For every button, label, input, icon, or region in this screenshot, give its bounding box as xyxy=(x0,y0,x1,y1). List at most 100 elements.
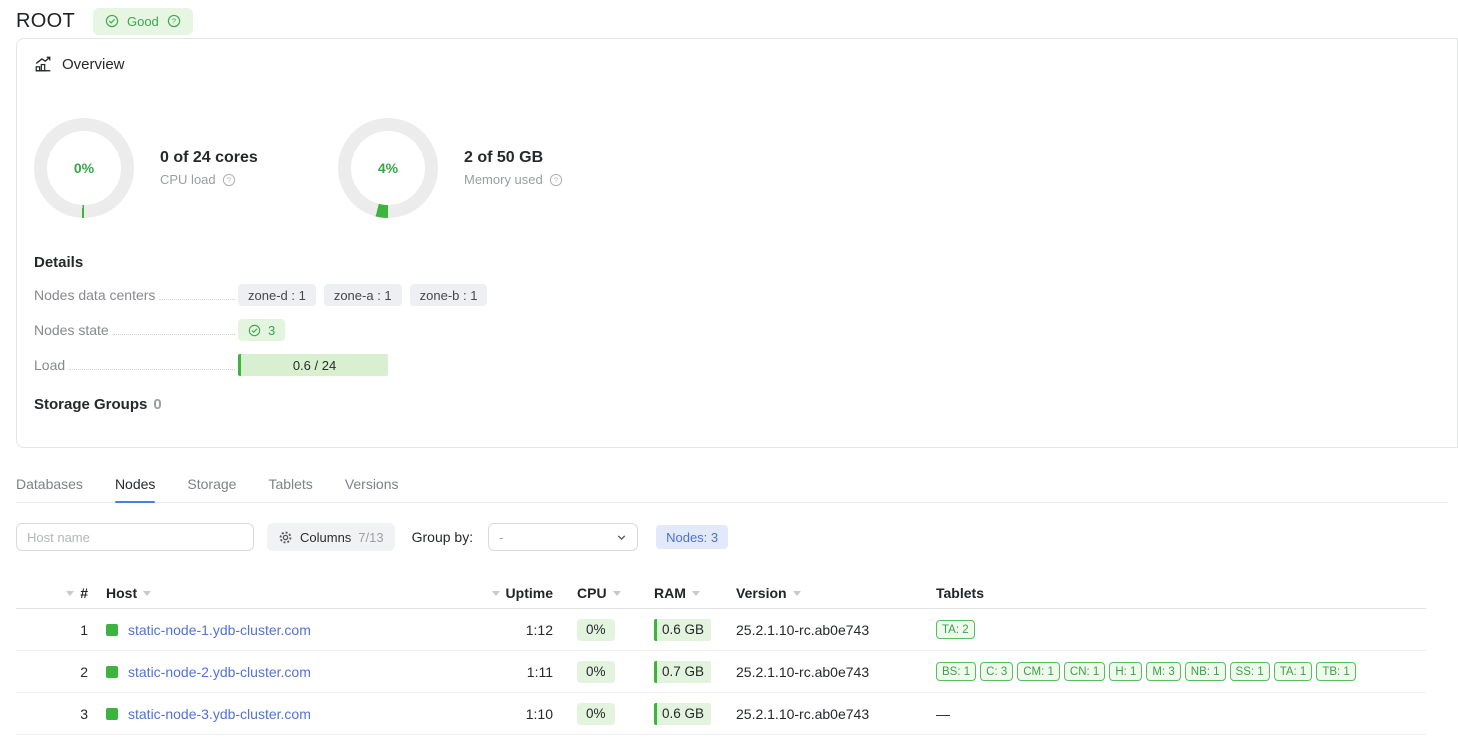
column-header-uptime[interactable]: Uptime xyxy=(486,578,553,608)
cell-host: static-node-3.ydb-cluster.com xyxy=(88,693,486,734)
svg-text:?: ? xyxy=(227,175,231,184)
nodes-count-badge[interactable]: Nodes: 3 xyxy=(656,525,728,549)
column-label: Uptime xyxy=(506,585,553,601)
column-label: # xyxy=(80,585,88,601)
column-header-num[interactable]: # xyxy=(16,578,88,608)
host-name-input[interactable] xyxy=(16,523,254,551)
tablet-badge[interactable]: BS: 1 xyxy=(936,662,976,681)
cell-tablets: — xyxy=(916,693,1426,734)
tablet-badge[interactable]: H: 1 xyxy=(1109,662,1142,681)
entity-tabs: Databases Nodes Storage Tablets Versions xyxy=(16,476,1448,503)
load-progress-bar: 0.6 / 24 xyxy=(238,354,388,376)
chevron-down-icon xyxy=(615,531,628,544)
memory-gauge: 4% 2 of 50 GB Memory used ? xyxy=(338,118,642,218)
columns-count: 7/13 xyxy=(358,530,383,545)
cell-version: 25.2.1.10-rc.ab0e743 xyxy=(714,693,916,734)
tablet-badge[interactable]: M: 3 xyxy=(1146,662,1180,681)
cpu-cores-value: 0 of 24 cores xyxy=(160,149,258,167)
ram-usage-pill: 0.7 GB xyxy=(654,661,711,683)
cell-node-number: 3 xyxy=(16,693,88,734)
cpu-donut: 0% xyxy=(34,118,134,218)
zone-badge: zone-b : 1 xyxy=(410,284,488,306)
circle-check-icon xyxy=(248,324,261,337)
tab-tablets[interactable]: Tablets xyxy=(268,476,312,502)
svg-text:?: ? xyxy=(554,175,558,184)
ram-usage-pill: 0.6 GB xyxy=(654,703,711,725)
gauges-row: 0% 0 of 24 cores CPU load ? 4% xyxy=(34,118,1440,218)
tab-versions[interactable]: Versions xyxy=(345,476,399,502)
cell-uptime: 1:12 xyxy=(486,609,553,650)
table-row: 2static-node-2.ydb-cluster.com1:110%0.7 … xyxy=(16,651,1426,693)
detail-row-nodes-state: Nodes state 3 xyxy=(34,319,1440,341)
nodes-table: # Host UptimeCPU RAM Version Tablets 1 static-… xyxy=(16,578,1426,735)
zone-badges: zone-d : 1zone-a : 1zone-b : 1 xyxy=(238,284,487,306)
status-badge[interactable]: Good ? xyxy=(93,8,193,35)
column-label: Tablets xyxy=(936,585,984,601)
tab-nodes[interactable]: Nodes xyxy=(115,476,155,502)
columns-button[interactable]: Columns 7/13 xyxy=(267,523,395,551)
table-header: # Host UptimeCPU RAM Version Tablets xyxy=(16,578,1426,609)
dotted-leader xyxy=(113,334,235,335)
group-by-select[interactable]: - xyxy=(488,523,638,551)
column-label: Version xyxy=(736,585,787,601)
tab-storage[interactable]: Storage xyxy=(187,476,236,502)
page-title: ROOT xyxy=(16,10,75,33)
cell-ram: 0.6 GB xyxy=(633,693,714,734)
column-header-version[interactable]: Version xyxy=(714,578,916,608)
cpu-gauge: 0% 0 of 24 cores CPU load ? xyxy=(34,118,338,218)
sort-icon[interactable] xyxy=(613,591,621,596)
cell-node-number: 1 xyxy=(16,609,88,650)
host-link[interactable]: static-node-1.ydb-cluster.com xyxy=(128,622,311,638)
dotted-leader xyxy=(159,299,235,300)
tablet-badge[interactable]: TA: 1 xyxy=(1274,662,1313,681)
gear-icon xyxy=(278,530,293,545)
tablet-badge[interactable]: NB: 1 xyxy=(1185,662,1226,681)
storage-groups: Storage Groups0 xyxy=(34,396,1440,413)
column-header-cpu[interactable]: CPU xyxy=(553,578,633,608)
zone-badge: zone-a : 1 xyxy=(324,284,402,306)
cpu-usage-pill: 0% xyxy=(577,619,615,641)
nodes-state-badge[interactable]: 3 xyxy=(238,319,285,341)
cell-uptime: 1:10 xyxy=(486,693,553,734)
column-header-host[interactable]: Host xyxy=(88,578,486,608)
storage-groups-label: Storage Groups xyxy=(34,396,147,413)
circle-question-icon[interactable]: ? xyxy=(222,173,236,187)
columns-label: Columns xyxy=(300,530,351,545)
overview-card: Overview 0% 0 of 24 cores CPU load ? xyxy=(16,38,1458,448)
tablet-badge[interactable]: SS: 1 xyxy=(1230,662,1270,681)
node-status-square xyxy=(106,666,118,678)
tab-databases[interactable]: Databases xyxy=(16,476,83,502)
nodes-state-count: 3 xyxy=(268,323,275,338)
circle-question-icon[interactable]: ? xyxy=(549,173,563,187)
load-label: Load xyxy=(34,357,65,373)
column-label: Host xyxy=(106,585,137,601)
detail-row-load: Load 0.6 / 24 xyxy=(34,354,1440,376)
tablet-badge[interactable]: TA: 2 xyxy=(936,620,975,639)
cell-tablets: TA: 2 xyxy=(916,609,1426,650)
host-link[interactable]: static-node-2.ydb-cluster.com xyxy=(128,664,311,680)
memory-used-label: Memory used xyxy=(464,172,543,187)
host-link[interactable]: static-node-3.ydb-cluster.com xyxy=(128,706,311,722)
circle-question-icon[interactable]: ? xyxy=(167,14,181,28)
cpu-usage-pill: 0% xyxy=(577,703,615,725)
node-status-square xyxy=(106,708,118,720)
table-row: 3 static-node-3.ydb-cluster.com 1:10 0% 0.6 … xyxy=(16,693,1426,735)
sort-icon[interactable] xyxy=(692,591,700,596)
tablet-badge[interactable]: CM: 1 xyxy=(1017,662,1060,681)
overview-card-title: Overview xyxy=(34,55,1440,73)
no-tablets-dash: — xyxy=(936,706,950,722)
memory-donut: 4% xyxy=(338,118,438,218)
cell-version: 25.2.1.10-rc.ab0e743 xyxy=(714,609,916,650)
sort-icon[interactable] xyxy=(793,591,801,596)
sort-icon[interactable] xyxy=(143,591,151,596)
column-label: RAM xyxy=(654,585,686,601)
svg-text:?: ? xyxy=(172,17,176,26)
tablet-badge[interactable]: CN: 1 xyxy=(1064,662,1105,681)
sort-icon[interactable] xyxy=(492,591,500,596)
tablet-badge[interactable]: C: 3 xyxy=(980,662,1013,681)
sort-icon[interactable] xyxy=(66,591,74,596)
cell-host: static-node-1.ydb-cluster.com xyxy=(88,609,486,650)
tablet-badge[interactable]: TB: 1 xyxy=(1316,662,1355,681)
table-body: 1 static-node-1.ydb-cluster.com 1:12 0% 0.6 … xyxy=(16,609,1426,735)
column-header-ram[interactable]: RAM xyxy=(633,578,714,608)
